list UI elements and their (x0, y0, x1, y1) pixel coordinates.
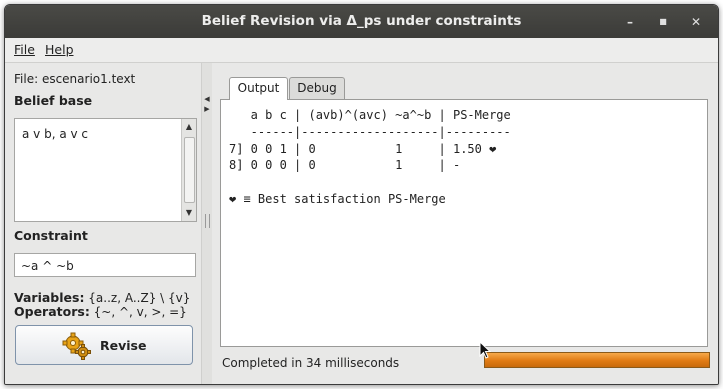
scroll-up-icon[interactable]: ▲ (182, 120, 196, 134)
output-panel[interactable]: a b c | (avb)^(avc) ~a^~b | PS-Merge ---… (220, 99, 708, 347)
output-line: a b c | (avb)^(avc) ~a^~b | PS-Merge (229, 108, 511, 122)
gears-icon (62, 332, 91, 360)
output-line: ❤ ≡ Best satisfaction PS-Merge (229, 192, 446, 206)
scroll-down-icon[interactable]: ▼ (182, 206, 196, 220)
variables-line: Variables: {a..z, A..Z} \ {v} (14, 290, 190, 305)
menu-file[interactable]: File (14, 42, 35, 57)
constraint-input[interactable] (19, 256, 193, 276)
output-line: 7] 0 0 1 | 0 1 | 1.50 ❤ (229, 142, 497, 156)
mouse-pointer-icon (479, 341, 491, 359)
expand-right-icon[interactable]: ▶ (202, 105, 212, 113)
collapse-left-icon[interactable]: ◀ (202, 95, 212, 103)
belief-base-textarea[interactable]: a v b, a v c ▲ ▼ (14, 118, 197, 222)
status-text: Completed in 34 milliseconds (222, 356, 400, 370)
operators-value: {~, ^, v, >, =} (93, 305, 187, 319)
tab-output[interactable]: Output (229, 77, 288, 100)
left-panel: File: escenario1.text Belief base a v b,… (5, 63, 200, 384)
window-title: Belief Revision via Δ_ps under constrain… (201, 13, 522, 29)
revise-button[interactable]: Revise (15, 325, 193, 365)
menu-file-label: File (14, 42, 35, 57)
right-panel: Output Debug a b c | (avb)^(avc) ~a^~b |… (212, 63, 718, 384)
constraint-field[interactable] (14, 253, 196, 277)
belief-base-scrollbar[interactable]: ▲ ▼ (181, 119, 196, 221)
progress-bar (484, 352, 710, 368)
app-window: Belief Revision via Δ_ps under constrain… (4, 4, 719, 385)
file-label: File: escenario1.text (14, 72, 136, 86)
operators-line: Operators: {~, ^, v, >, =} (14, 304, 187, 319)
menu-bar: File Help (5, 38, 718, 63)
maximize-button[interactable]: ■ (656, 15, 670, 29)
scroll-thumb[interactable] (184, 137, 195, 203)
menu-help-label: Help (45, 42, 74, 57)
menu-help[interactable]: Help (45, 42, 74, 57)
tab-debug[interactable]: Debug (289, 77, 345, 99)
progress-fill (485, 353, 709, 367)
belief-base-heading: Belief base (14, 93, 93, 108)
output-line: 8] 0 0 0 | 0 1 | - (229, 158, 461, 172)
constraint-heading: Constraint (14, 228, 88, 243)
belief-base-text[interactable]: a v b, a v c (22, 127, 88, 141)
minimize-button[interactable]: – (623, 15, 637, 29)
output-line: ------|-------------------|--------- (229, 125, 511, 139)
operators-label: Operators: (14, 304, 90, 319)
splitter-grip[interactable] (205, 214, 210, 228)
variables-label: Variables: (14, 290, 85, 305)
variables-value: {a..z, A..Z} \ {v} (88, 291, 191, 305)
title-bar[interactable]: Belief Revision via Δ_ps under constrain… (5, 5, 718, 38)
revise-label: Revise (100, 338, 147, 353)
close-button[interactable]: ✕ (689, 15, 703, 29)
